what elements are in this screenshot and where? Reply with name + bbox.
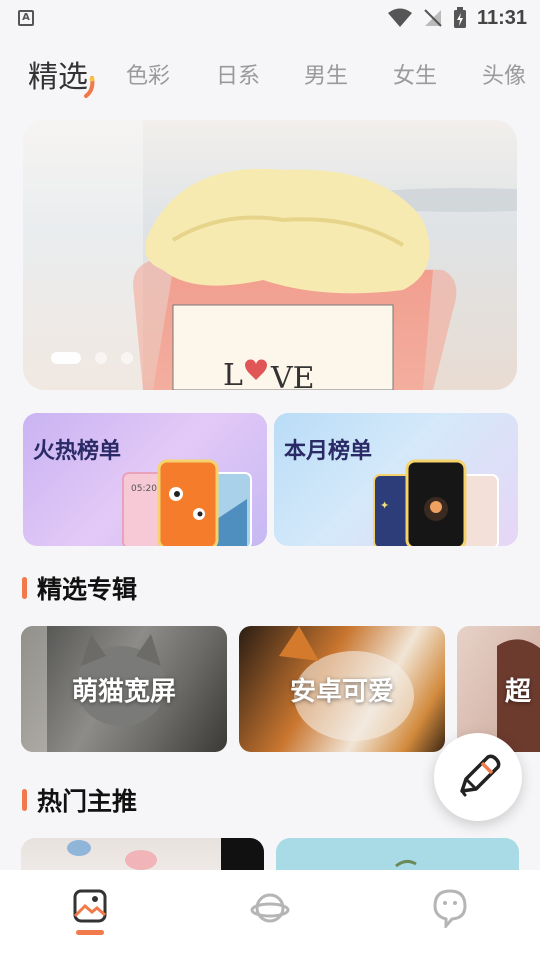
- svg-text:VE: VE: [270, 361, 315, 390]
- tab-color[interactable]: 色彩: [126, 58, 170, 90]
- album-card[interactable]: 萌猫宽屏: [21, 626, 227, 752]
- active-tab-indicator: [84, 76, 95, 98]
- category-tabs: 精选 色彩 日系 男生 女生 头像: [0, 50, 540, 100]
- nav-discover[interactable]: [240, 888, 300, 948]
- active-nav-indicator: [76, 930, 104, 935]
- status-bar: A 11:31: [0, 0, 540, 36]
- tab-featured[interactable]: 精选: [28, 52, 88, 96]
- carousel-dots: [51, 352, 133, 364]
- tab-avatar[interactable]: 头像: [482, 58, 526, 90]
- bottom-navigation: [0, 870, 540, 960]
- carousel-dot: [121, 352, 133, 364]
- wifi-icon: [387, 8, 412, 27]
- gallery-icon: [73, 889, 107, 923]
- album-name: 萌猫宽屏: [71, 676, 176, 707]
- section-accent-bar: [22, 577, 27, 599]
- carousel-dot-active: [51, 352, 81, 364]
- album-carousel[interactable]: 萌猫宽屏 安卓可爱 超: [0, 626, 540, 752]
- banner-love-text: L: [223, 358, 243, 390]
- planet-icon: [250, 893, 290, 923]
- featured-section-header: 精选专辑: [22, 573, 138, 604]
- svg-text:✦: ✦: [380, 499, 389, 512]
- hot-rank-title: 火热榜单: [33, 439, 122, 464]
- hot-section-title: 热门主推: [37, 787, 138, 816]
- monthly-rank-card[interactable]: 本月榜单 ✦: [274, 413, 518, 546]
- section-accent-bar: [22, 789, 27, 811]
- app-notification-icon: A: [18, 10, 34, 26]
- no-signal-icon: [424, 9, 442, 27]
- monthly-rank-title: 本月榜单: [284, 439, 373, 464]
- carousel-dot: [95, 352, 107, 364]
- edit-fab-button[interactable]: [434, 733, 522, 821]
- chat-icon: [433, 889, 467, 928]
- tab-girls[interactable]: 女生: [393, 58, 437, 90]
- tab-boys[interactable]: 男生: [304, 58, 348, 90]
- svg-text:05:20: 05:20: [131, 484, 157, 494]
- pencil-icon: [460, 754, 501, 797]
- hot-rank-card[interactable]: 火热榜单 05:20: [23, 413, 267, 546]
- banner-image: L VE: [23, 120, 517, 390]
- album-name: 安卓可爱: [289, 676, 394, 707]
- hot-section-header: 热门主推: [22, 785, 138, 816]
- nav-messages[interactable]: [420, 888, 480, 948]
- hot-rank-phones-image: 05:20: [122, 459, 252, 546]
- nav-gallery[interactable]: [60, 888, 120, 948]
- featured-section-title: 精选专辑: [37, 575, 138, 604]
- clock: 11:31: [476, 6, 527, 29]
- album-card[interactable]: 安卓可爱: [239, 626, 445, 752]
- monthly-rank-phones-image: ✦: [373, 459, 499, 546]
- battery-charging-icon: [453, 7, 466, 28]
- tab-japanese[interactable]: 日系: [216, 58, 260, 90]
- banner-carousel[interactable]: L VE: [23, 120, 517, 390]
